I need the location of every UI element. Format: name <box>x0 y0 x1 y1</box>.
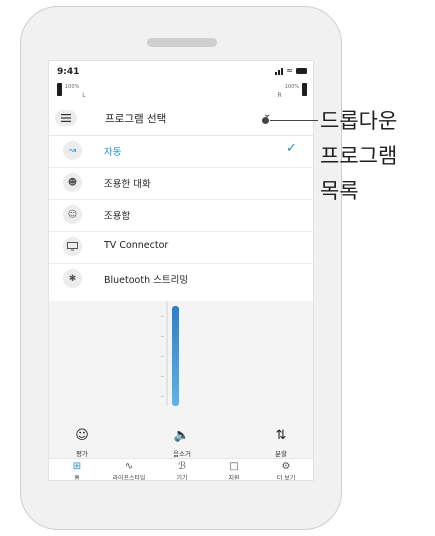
tab-lifestyle[interactable]: ∿ 라이프스타일 <box>104 461 154 481</box>
list-icon[interactable] <box>55 110 77 126</box>
volume-slider-fill[interactable] <box>172 306 179 406</box>
mute-icon: 🔈 <box>173 428 191 443</box>
phone-speaker <box>147 38 217 47</box>
split-label: 분할 <box>275 450 287 458</box>
tab-lifestyle-label: 라이프스타일 <box>112 475 146 481</box>
tab-devices[interactable]: ℬ 기기 <box>157 461 207 481</box>
gear-icon: ⚙ <box>281 461 291 472</box>
callout-text: 드롭다운 프로그램 목록 <box>320 104 432 209</box>
program-item-quiet[interactable]: ☺ 조용함 <box>49 199 313 232</box>
system-icons: ≈ <box>275 66 307 75</box>
pulse-icon: ∿ <box>124 461 134 472</box>
tab-more-label: 더 보기 <box>276 475 296 481</box>
right-battery-icon <box>302 83 307 96</box>
right-battery-percent: 100% <box>284 84 299 90</box>
callout-dot <box>262 117 269 124</box>
status-time: 9:41 <box>57 67 80 77</box>
left-side-label: L <box>82 92 86 99</box>
program-item-quiet-conversation[interactable]: ☻ 조용한 대화 <box>49 167 313 200</box>
program-item-bluetooth-streaming[interactable]: ✱ Bluetooth 스트리밍 <box>49 263 313 295</box>
checkmark-icon: ✓ <box>286 141 297 156</box>
right-hearing-aid-status: R 100% <box>278 83 307 99</box>
program-dropdown-title: 프로그램 선택 <box>105 113 167 125</box>
volume-tick <box>161 396 164 397</box>
tab-devices-label: 기기 <box>176 475 188 481</box>
tab-more[interactable]: ⚙ 더 보기 <box>261 461 311 481</box>
tab-home[interactable]: ⊞ 홈 <box>52 461 102 481</box>
program-item-label: 자동 <box>104 147 122 158</box>
left-battery-icon <box>57 83 62 96</box>
callout-line-2: 프로그램 <box>320 144 398 168</box>
program-item-label: 조용한 대화 <box>104 179 151 190</box>
callout-line-3: 목록 <box>320 179 359 203</box>
volume-tick <box>161 356 164 357</box>
wifi-icon: ≈ <box>286 66 293 75</box>
hearing-aid-icon: ℬ <box>178 461 186 472</box>
program-item-label: 조용함 <box>104 211 131 222</box>
phone-frame: 9:41 ≈ 100% L R 100% 프로그램 선택 ⌄ ↝ 자동 ✓ ☻ … <box>20 6 342 530</box>
mute-label: 음소거 <box>173 450 191 458</box>
volume-slider-track[interactable] <box>166 301 168 406</box>
bottom-tab-bar: ⊞ 홈 ∿ 라이프스타일 ℬ 기기 □ 지원 ⚙ 더 보기 <box>49 458 313 481</box>
right-side-label: R <box>277 92 282 99</box>
status-bar: 9:41 ≈ 100% L R 100% <box>49 61 313 101</box>
program-dropdown: 프로그램 선택 ⌄ ↝ 자동 ✓ ☻ 조용한 대화 ☺ 조용함 TV Conne… <box>49 101 313 301</box>
app-screen: 9:41 ≈ 100% L R 100% 프로그램 선택 ⌄ ↝ 자동 ✓ ☻ … <box>48 60 314 481</box>
tab-support-label: 지원 <box>228 475 240 481</box>
auto-icon: ↝ <box>63 141 82 160</box>
callout-line-1: 드롭다운 <box>320 109 398 133</box>
volume-tick <box>161 336 164 337</box>
left-battery-percent: 100% <box>65 84 80 90</box>
quiet-icon: ☺ <box>63 205 82 224</box>
left-hearing-aid-status: 100% L <box>57 83 86 99</box>
tab-support[interactable]: □ 지원 <box>209 461 259 481</box>
tab-home-label: 홈 <box>74 475 80 481</box>
tv-icon <box>63 237 82 256</box>
chat-icon: □ <box>229 461 239 472</box>
volume-tick <box>161 376 164 377</box>
smiley-icon: ☺ <box>75 428 89 443</box>
volume-tick <box>161 316 164 317</box>
program-dropdown-header[interactable]: 프로그램 선택 ⌄ <box>49 101 313 136</box>
rate-button[interactable]: ☺ 평가 <box>57 428 107 458</box>
rate-label: 평가 <box>76 450 88 458</box>
home-grid-icon: ⊞ <box>72 461 82 472</box>
program-item-auto[interactable]: ↝ 자동 ✓ <box>49 135 313 168</box>
phone-battery-icon <box>296 67 307 74</box>
program-item-label: TV Connector <box>104 240 169 251</box>
conversation-icon: ☻ <box>63 173 82 192</box>
program-item-tv-connector[interactable]: TV Connector <box>49 231 313 264</box>
bluetooth-icon: ✱ <box>63 269 82 288</box>
mute-button[interactable]: 🔈 음소거 <box>157 428 207 458</box>
program-item-label: Bluetooth 스트리밍 <box>104 275 189 286</box>
signal-icon <box>275 67 284 75</box>
callout-line <box>270 120 318 121</box>
split-icon: ⇅ <box>275 428 287 443</box>
split-button[interactable]: ⇅ 분할 <box>256 428 306 458</box>
